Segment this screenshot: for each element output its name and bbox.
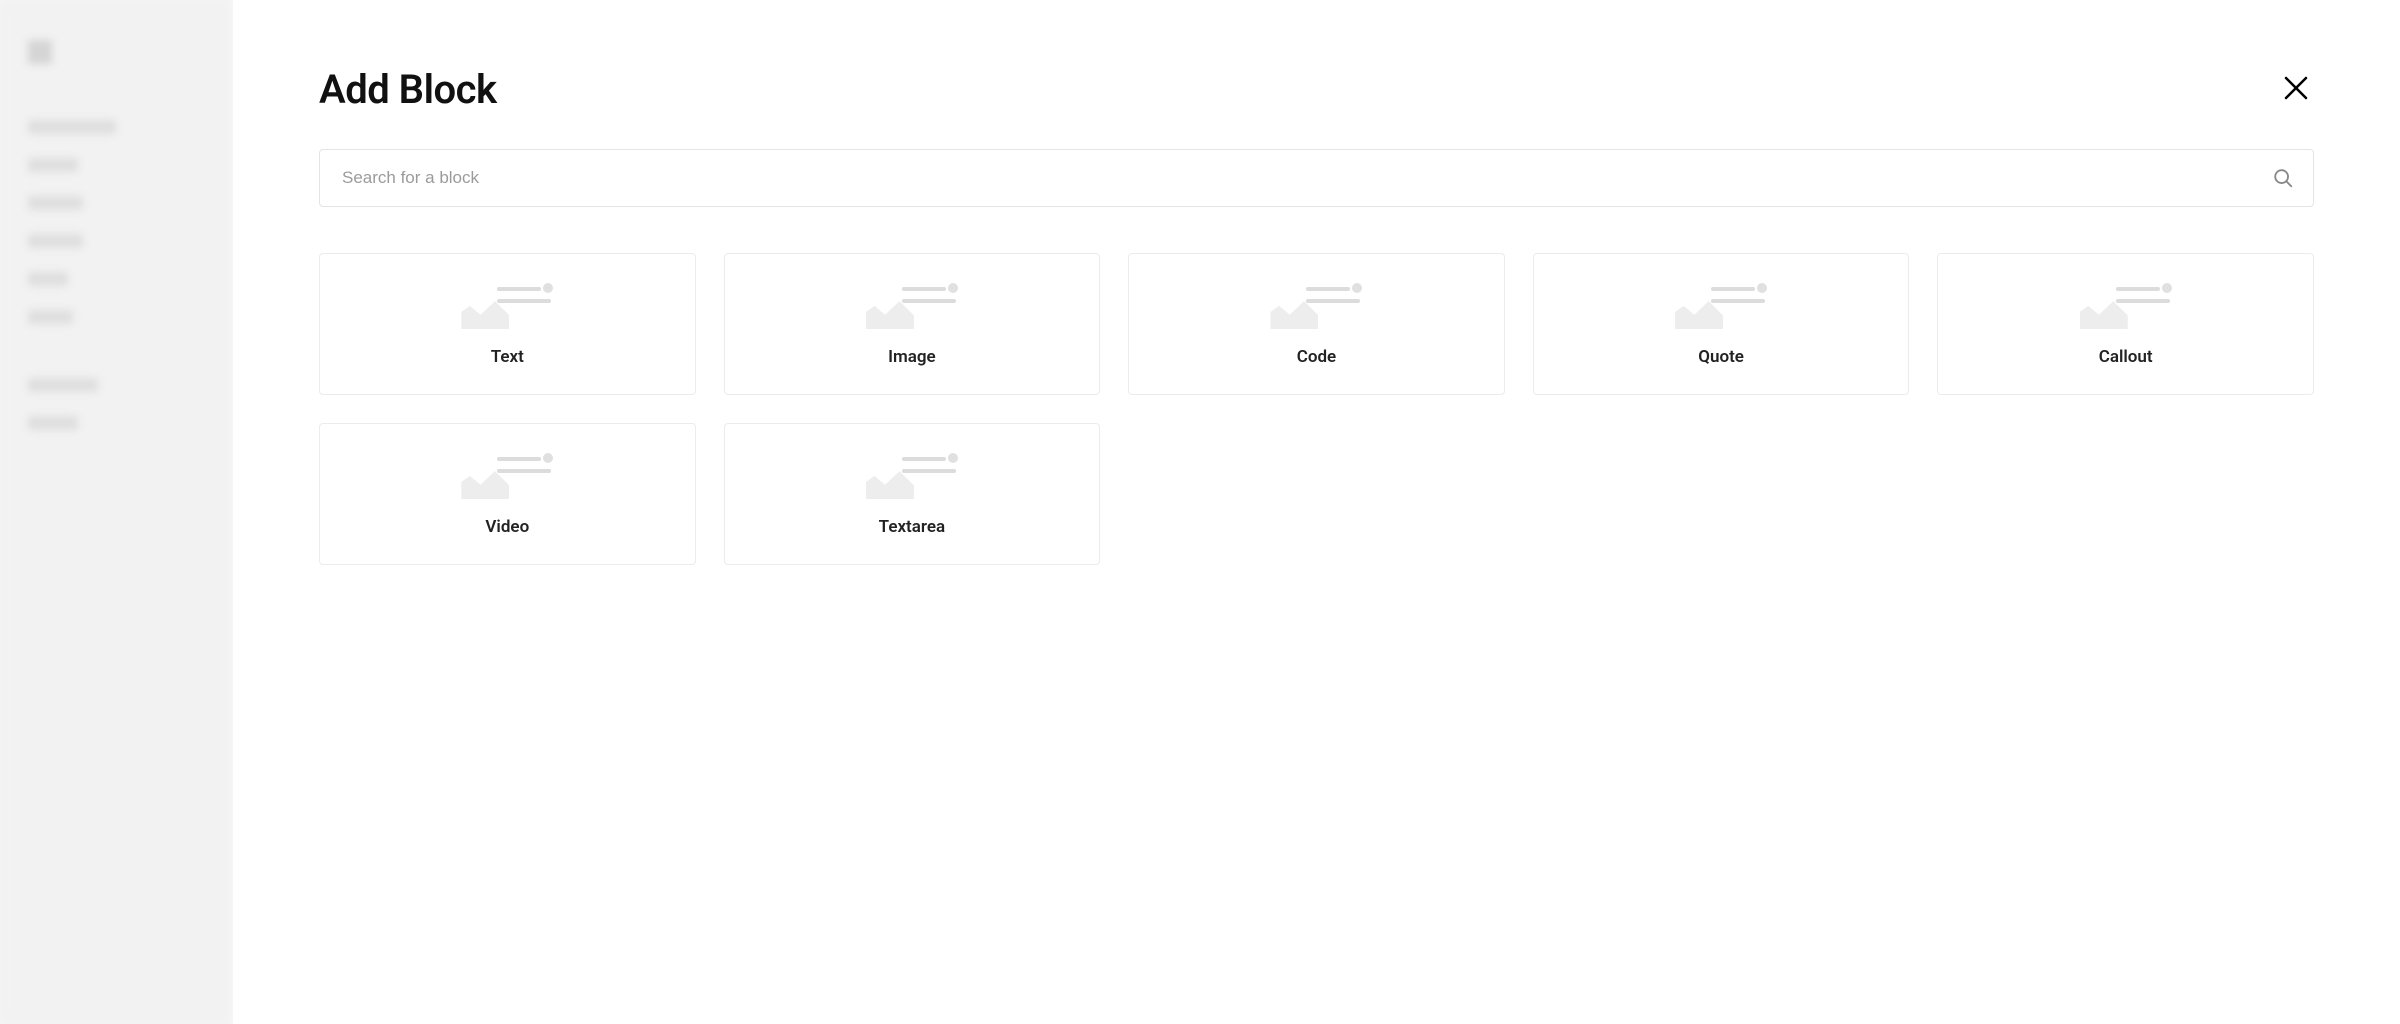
block-card-textarea[interactable]: Textarea [724, 423, 1101, 565]
block-card-label: Quote [1698, 347, 1744, 367]
block-card-label: Callout [2099, 347, 2153, 367]
modal-title: Add Block [319, 66, 2314, 113]
block-card-label: Video [485, 517, 529, 537]
close-button[interactable] [2278, 70, 2314, 106]
block-thumb-icon [866, 451, 958, 499]
search-field-wrap [319, 149, 2314, 207]
block-card-label: Image [888, 347, 936, 367]
block-card-image[interactable]: Image [724, 253, 1101, 395]
modal-overlay: Add Block Text [0, 0, 2400, 1024]
block-thumb-icon [461, 281, 553, 329]
block-card-label: Textarea [879, 517, 946, 537]
block-card-label: Code [1297, 347, 1336, 367]
search-input[interactable] [319, 149, 2314, 207]
block-thumb-icon [866, 281, 958, 329]
add-block-modal: Add Block Text [233, 0, 2400, 1024]
block-thumb-icon [2080, 281, 2172, 329]
block-thumb-icon [1270, 281, 1362, 329]
block-card-code[interactable]: Code [1128, 253, 1505, 395]
block-card-video[interactable]: Video [319, 423, 696, 565]
block-card-text[interactable]: Text [319, 253, 696, 395]
block-card-callout[interactable]: Callout [1937, 253, 2314, 395]
search-icon [2272, 167, 2294, 189]
block-card-label: Text [491, 347, 524, 367]
block-grid: Text Image Code Quote [319, 253, 2314, 565]
close-icon [2281, 73, 2311, 103]
block-thumb-icon [1675, 281, 1767, 329]
block-card-quote[interactable]: Quote [1533, 253, 1910, 395]
block-thumb-icon [461, 451, 553, 499]
